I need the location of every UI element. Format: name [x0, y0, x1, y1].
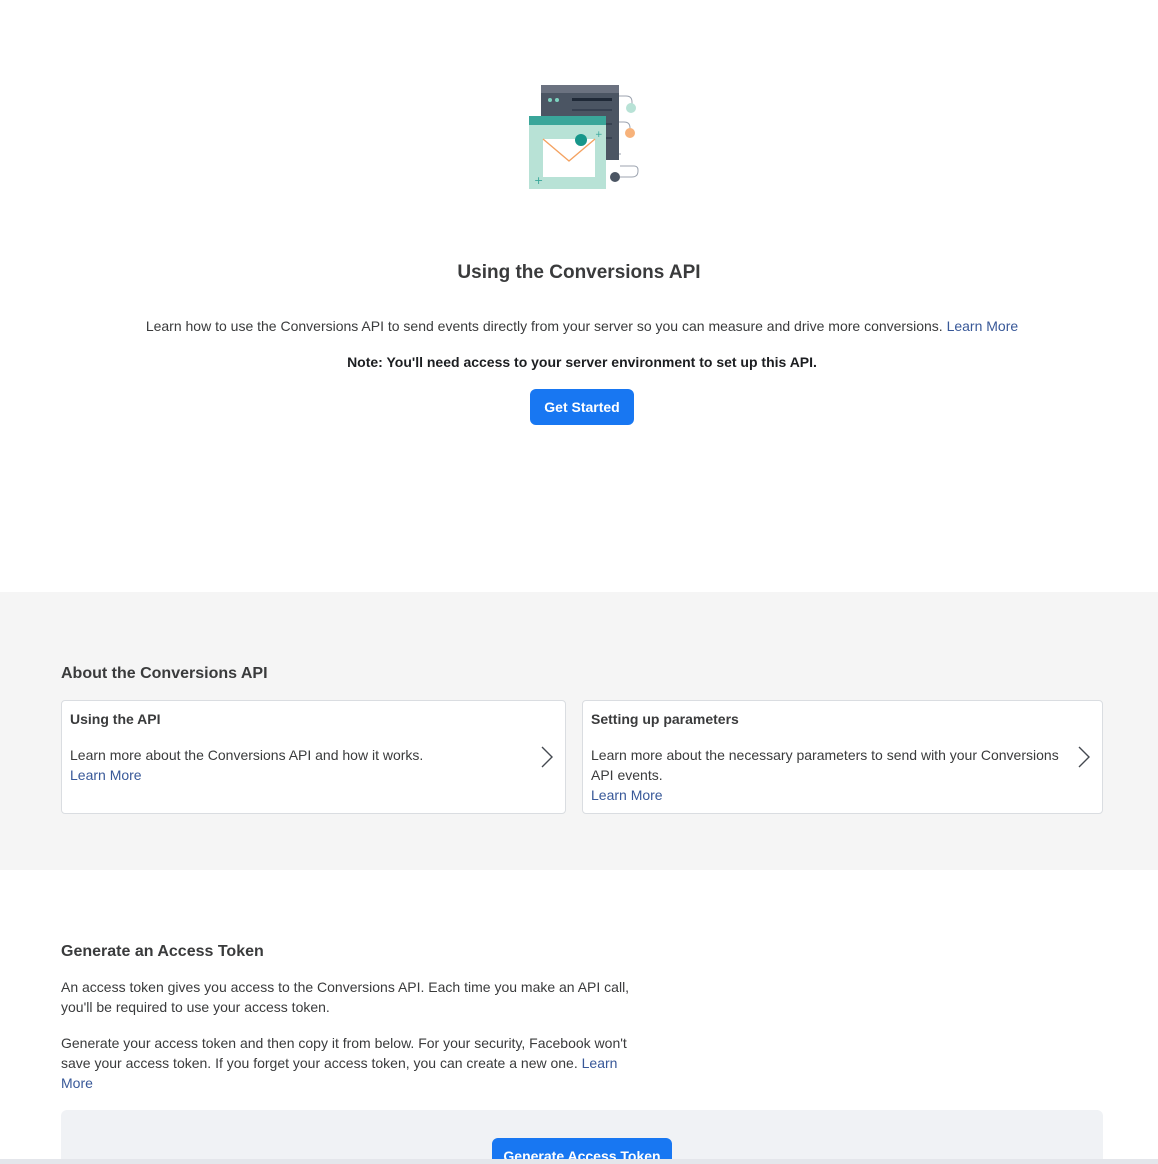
access-token-intro: An access token gives you access to the …	[61, 979, 630, 1015]
chevron-right-icon	[1078, 746, 1090, 768]
chevron-right-icon	[541, 746, 553, 768]
page-title: Using the Conversions API	[457, 262, 701, 283]
about-section: About the Conversions API Using the API …	[0, 592, 1158, 870]
card-body: Learn more about the Conversions API and…	[70, 745, 510, 785]
hero-section: + + Using the Conversions API Learn how …	[0, 0, 1158, 592]
bottom-divider	[0, 1159, 1158, 1164]
server-email-illustration: + +	[529, 85, 639, 189]
access-token-section: Generate an Access Token An access token…	[0, 870, 1158, 1164]
get-started-button[interactable]: Get Started	[530, 389, 634, 425]
card-body-text: Learn more about the Conversions API and…	[70, 747, 424, 763]
card-title: Setting up parameters	[591, 711, 739, 727]
access-token-security-note: Generate your access token and then copy…	[61, 1033, 631, 1093]
hero-description: Learn how to use the Conversions API to …	[0, 318, 1158, 334]
card-using-the-api[interactable]: Using the API Learn more about the Conve…	[61, 700, 566, 814]
card-setting-up-parameters[interactable]: Setting up parameters Learn more about t…	[582, 700, 1103, 814]
svg-text:+: +	[534, 174, 543, 187]
card-learn-more-link[interactable]: Learn More	[70, 767, 142, 783]
svg-text:+: +	[595, 130, 603, 140]
card-learn-more-link[interactable]: Learn More	[591, 787, 663, 803]
access-token-panel: Generate Access Token	[61, 1110, 1103, 1164]
card-title: Using the API	[70, 711, 161, 727]
card-body: Learn more about the necessary parameter…	[591, 745, 1066, 805]
hero-description-text: Learn how to use the Conversions API to …	[145, 318, 943, 334]
access-token-title: Generate an Access Token	[61, 943, 264, 960]
card-body-text: Learn more about the necessary parameter…	[591, 747, 1059, 783]
hero-learn-more-link[interactable]: Learn More	[947, 318, 1019, 334]
about-section-title: About the Conversions API	[61, 665, 268, 682]
access-token-security-text: Generate your access token and then copy…	[61, 1035, 627, 1071]
hero-note: Note: You'll need access to your server …	[347, 354, 817, 370]
